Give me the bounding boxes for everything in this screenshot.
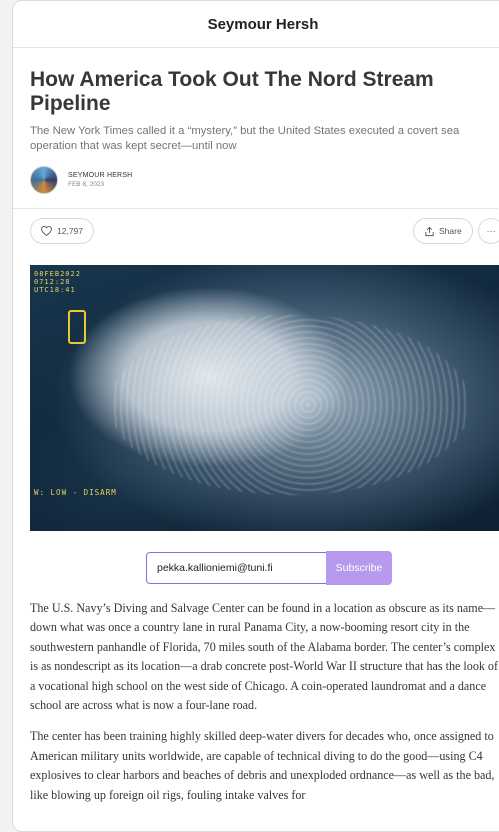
overlay-emblem-icon (68, 310, 86, 344)
share-button[interactable]: Share (413, 218, 473, 244)
overlay-mode-text: W: LOW - DISARM (34, 488, 117, 497)
overlay-timestamp: 08FEB2022 0712:28 UTC18:41 (34, 270, 81, 294)
article-subtitle: The New York Times called it a “mystery,… (30, 125, 460, 152)
email-field[interactable]: pekka.kallioniemi@tuni.fi (146, 552, 326, 584)
article-title: How America Took Out The Nord Stream Pip… (30, 68, 434, 115)
publication-name[interactable]: Seymour Hersh (208, 16, 319, 33)
heart-icon (41, 226, 52, 236)
author-name[interactable]: SEYMOUR HERSH (68, 172, 132, 179)
byline-text: SEYMOUR HERSH FEB 8, 2023 (68, 172, 132, 188)
overlay-stamp-line: 08FEB2022 (34, 270, 81, 278)
publication-header[interactable]: Seymour Hersh (13, 1, 499, 48)
more-options-button[interactable]: ··· (478, 218, 499, 244)
action-bar: 12,797 Share ··· (30, 209, 499, 253)
share-icon (425, 226, 434, 236)
overlay-stamp-line: UTC18:41 (34, 286, 76, 294)
author-avatar[interactable] (30, 166, 58, 194)
overlay-stamp-line: 0712:28 (34, 278, 71, 286)
share-label: Share (439, 226, 462, 236)
gas-bubble-spray (110, 315, 470, 495)
body-paragraph: The U.S. Navy’s Diving and Salvage Cente… (30, 601, 499, 713)
like-button[interactable]: 12,797 (30, 218, 94, 244)
publish-date: FEB 8, 2023 (68, 181, 105, 188)
subscribe-form: pekka.kallioniemi@tuni.fi Subscribe (146, 551, 499, 585)
hero-image[interactable]: 08FEB2022 0712:28 UTC18:41 W: LOW - DISA… (30, 265, 499, 531)
email-value: pekka.kallioniemi@tuni.fi (157, 562, 273, 574)
like-count: 12,797 (57, 226, 83, 236)
article-card: Seymour Hersh How America Took Out The N… (12, 0, 499, 832)
body-paragraph: The center has been training highly skil… (30, 729, 495, 802)
byline: SEYMOUR HERSH FEB 8, 2023 (30, 166, 499, 194)
subscribe-button[interactable]: Subscribe (326, 551, 392, 585)
more-icon: ··· (486, 226, 496, 236)
article-content: How America Took Out The Nord Stream Pip… (13, 68, 499, 805)
